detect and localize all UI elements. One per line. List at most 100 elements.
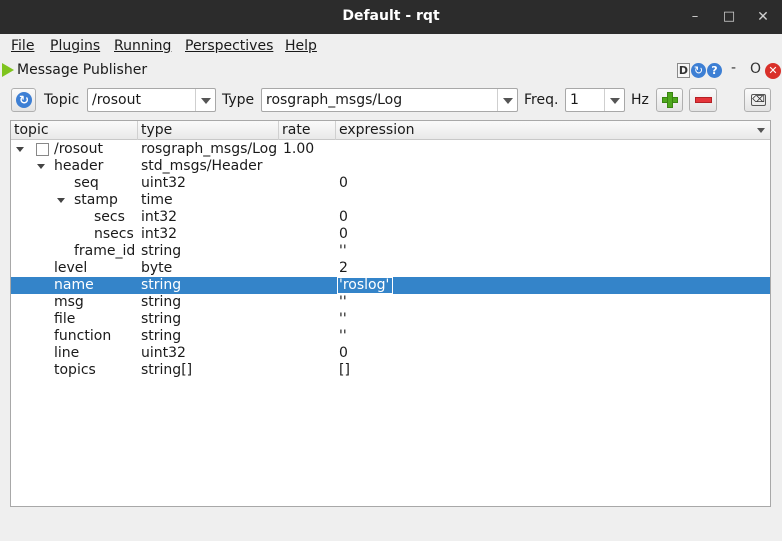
row-type: byte	[141, 260, 173, 276]
type-combo[interactable]: rosgraph_msgs/Log	[261, 88, 518, 112]
expand-arrow-icon[interactable]	[16, 147, 24, 152]
topic-combo[interactable]: /rosout	[87, 88, 216, 112]
column-header-type[interactable]: type	[138, 121, 279, 140]
menu-running[interactable]: Running	[114, 38, 171, 54]
row-expression[interactable]: ''	[339, 294, 347, 311]
main-window: File Plugins Running Perspectives Help M…	[0, 34, 782, 541]
row-expression[interactable]: 0	[339, 175, 348, 192]
undock-plugin-icon[interactable]: O	[750, 61, 761, 77]
type-label: Type	[222, 92, 255, 108]
help-icon[interactable]: ?	[707, 63, 722, 78]
tree-row-level[interactable]: level byte 2	[11, 260, 770, 277]
plugin-title: Message Publisher	[17, 62, 148, 78]
remove-publisher-button[interactable]	[689, 88, 717, 112]
menu-help[interactable]: Help	[285, 38, 317, 54]
column-header-rate[interactable]: rate	[279, 121, 336, 140]
row-expression[interactable]: 2	[339, 260, 348, 277]
row-expression[interactable]: ''	[339, 311, 347, 328]
add-publisher-button[interactable]	[656, 88, 683, 112]
topic-combo-arrow[interactable]	[195, 89, 215, 111]
tree-row-stamp[interactable]: stamp time	[11, 192, 770, 209]
row-type: int32	[141, 226, 178, 242]
row-type: string	[141, 328, 182, 344]
menu-plugins[interactable]: Plugins	[50, 38, 100, 54]
type-combo-arrow[interactable]	[497, 89, 517, 111]
clear-publishers-button[interactable]: ⌫	[744, 88, 771, 112]
tree-row-topics[interactable]: topics string[] []	[11, 362, 770, 379]
row-type: string	[141, 294, 182, 310]
clear-icon: ⌫	[751, 94, 766, 106]
enable-publisher-checkbox[interactable]	[36, 143, 49, 156]
publisher-toolbar: ↻ Topic /rosout Type rosgraph_msgs/Log F…	[0, 86, 782, 116]
reload-icon[interactable]: ↻	[691, 63, 706, 78]
tree-row-seq[interactable]: seq uint32 0	[11, 175, 770, 192]
column-header-expression[interactable]: expression	[336, 121, 754, 140]
minus-icon	[695, 97, 712, 103]
minimize-window-button[interactable]: –	[684, 6, 706, 28]
row-rate[interactable]: 1.00	[283, 141, 314, 158]
play-icon	[2, 63, 14, 77]
row-topic: topics	[54, 362, 96, 378]
row-type: rosgraph_msgs/Log	[141, 141, 278, 157]
row-expression[interactable]: ''	[339, 328, 347, 345]
row-topic: nsecs	[94, 226, 134, 242]
menu-file[interactable]: File	[11, 38, 34, 54]
row-type: string	[141, 311, 182, 327]
tree-row-msg[interactable]: msg string ''	[11, 294, 770, 311]
publisher-tree[interactable]: topic type rate expression /rosout rosgr…	[10, 120, 771, 507]
dock-d-icon[interactable]: D	[677, 63, 690, 78]
chevron-down-icon	[201, 98, 211, 104]
row-topic: /rosout	[54, 141, 103, 157]
row-type: int32	[141, 209, 178, 225]
close-window-button[interactable]: ✕	[752, 6, 774, 28]
window-title: Default - rqt	[342, 8, 440, 24]
close-plugin-icon[interactable]: ✕	[765, 63, 781, 79]
row-expression[interactable]: 'roslog'	[337, 277, 394, 294]
chevron-down-icon	[610, 98, 620, 104]
row-type: string	[141, 243, 182, 259]
tree-row-file[interactable]: file string ''	[11, 311, 770, 328]
sort-indicator-icon[interactable]	[757, 128, 765, 133]
row-topic: function	[54, 328, 112, 344]
column-header-topic[interactable]: topic	[11, 121, 138, 140]
refresh-icon: ↻	[16, 92, 32, 108]
menu-perspectives[interactable]: Perspectives	[185, 38, 273, 54]
tree-row-name-selected[interactable]: name string 'roslog'	[11, 277, 770, 294]
type-combo-value: rosgraph_msgs/Log	[266, 92, 403, 108]
tree-row-secs[interactable]: secs int32 0	[11, 209, 770, 226]
tree-row-header[interactable]: header std_msgs/Header	[11, 158, 770, 175]
row-type: string[]	[141, 362, 193, 378]
row-expression[interactable]: 0	[339, 226, 348, 243]
freq-combo-arrow[interactable]	[604, 89, 624, 111]
row-expression[interactable]: 0	[339, 345, 348, 362]
row-expression[interactable]: ''	[339, 243, 347, 260]
tree-row-function[interactable]: function string ''	[11, 328, 770, 345]
row-topic: frame_id	[74, 243, 136, 259]
tree-row-line[interactable]: line uint32 0	[11, 345, 770, 362]
freq-label: Freq.	[524, 92, 559, 108]
tree-row-frame-id[interactable]: frame_id string ''	[11, 243, 770, 260]
window-titlebar: Default - rqt – □ ✕	[0, 0, 782, 34]
plugin-header: Message Publisher D ↻ ? - O ✕	[0, 58, 782, 82]
row-topic: name	[54, 277, 94, 293]
expand-arrow-icon[interactable]	[57, 198, 65, 203]
plus-icon	[662, 92, 678, 108]
topic-label: Topic	[44, 92, 80, 108]
maximize-window-button[interactable]: □	[718, 6, 740, 28]
expand-arrow-icon[interactable]	[37, 164, 45, 169]
refresh-button[interactable]: ↻	[11, 88, 36, 112]
row-type: std_msgs/Header	[141, 158, 263, 174]
row-type: uint32	[141, 175, 186, 191]
freq-combo[interactable]: 1	[565, 88, 625, 112]
minimize-plugin-icon[interactable]: -	[731, 60, 736, 76]
row-topic: level	[54, 260, 88, 276]
row-expression[interactable]: []	[339, 362, 350, 379]
row-type: uint32	[141, 345, 186, 361]
topic-combo-value: /rosout	[92, 92, 141, 108]
row-topic: line	[54, 345, 80, 361]
tree-row-nsecs[interactable]: nsecs int32 0	[11, 226, 770, 243]
row-expression[interactable]: 0	[339, 209, 348, 226]
row-type: time	[141, 192, 173, 208]
freq-combo-value: 1	[570, 92, 579, 108]
tree-row-rosout[interactable]: /rosout rosgraph_msgs/Log 1.00	[11, 141, 770, 158]
